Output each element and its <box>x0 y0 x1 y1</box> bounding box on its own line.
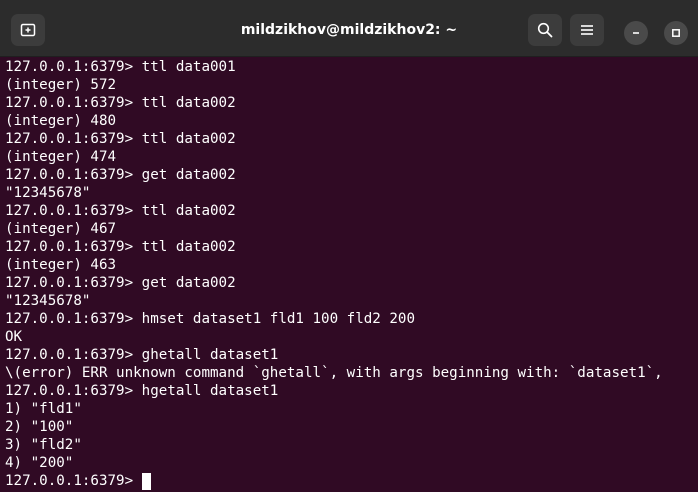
minimize-button[interactable] <box>624 21 648 45</box>
terminal-line: 1) "fld1" <box>5 401 82 417</box>
terminal-line: "12345678" <box>5 185 91 201</box>
hamburger-menu-icon <box>580 23 594 37</box>
terminal-line: 127.0.0.1:6379> ttl data001 <box>5 59 236 75</box>
terminal-line: 2) "100" <box>5 419 74 435</box>
menu-button[interactable] <box>570 14 604 46</box>
terminal-line: 127.0.0.1:6379> ttl data002 <box>5 95 236 111</box>
current-prompt-line[interactable]: 127.0.0.1:6379> <box>5 472 663 490</box>
minimize-icon <box>631 28 641 38</box>
terminal-line: (integer) 474 <box>5 149 117 165</box>
terminal-line: (integer) 467 <box>5 221 117 237</box>
terminal-line: 127.0.0.1:6379> get data002 <box>5 167 236 183</box>
terminal-line: 127.0.0.1:6379> hgetall dataset1 <box>5 383 279 399</box>
terminal-line: (integer) 463 <box>5 257 117 273</box>
text-cursor <box>141 472 151 490</box>
terminal-window: mildzikhov@mildzikhov2: ~ 127.0.0.1:6379… <box>0 0 698 492</box>
terminal-line: 4) "200" <box>5 455 74 471</box>
terminal-lines: 127.0.0.1:6379> ttl data001 (integer) 57… <box>5 58 663 490</box>
terminal-line: OK <box>5 329 23 345</box>
terminal-line: (integer) 480 <box>5 113 117 129</box>
terminal-line: \(error) ERR unknown command `ghetall`, … <box>5 365 663 381</box>
terminal-line: 127.0.0.1:6379> ttl data002 <box>5 203 236 219</box>
maximize-button[interactable] <box>664 21 688 45</box>
search-button[interactable] <box>528 14 562 46</box>
terminal-line: 127.0.0.1:6379> ttl data002 <box>5 131 236 147</box>
terminal-line: 127.0.0.1:6379> hmset dataset1 fld1 100 … <box>5 311 415 327</box>
terminal-line: "12345678" <box>5 293 91 309</box>
terminal-line: (integer) 572 <box>5 77 117 93</box>
terminal-line: 3) "fld2" <box>5 437 82 453</box>
title-bar: mildzikhov@mildzikhov2: ~ <box>0 0 698 57</box>
terminal-line: 127.0.0.1:6379> ttl data002 <box>5 239 236 255</box>
maximize-icon <box>671 28 681 38</box>
terminal-line: 127.0.0.1:6379> get data002 <box>5 275 236 291</box>
prompt-text: 127.0.0.1:6379> <box>5 473 142 489</box>
search-icon <box>537 22 553 38</box>
terminal-line: 127.0.0.1:6379> ghetall dataset1 <box>5 347 279 363</box>
terminal-output[interactable]: 127.0.0.1:6379> ttl data001 (integer) 57… <box>0 57 698 492</box>
